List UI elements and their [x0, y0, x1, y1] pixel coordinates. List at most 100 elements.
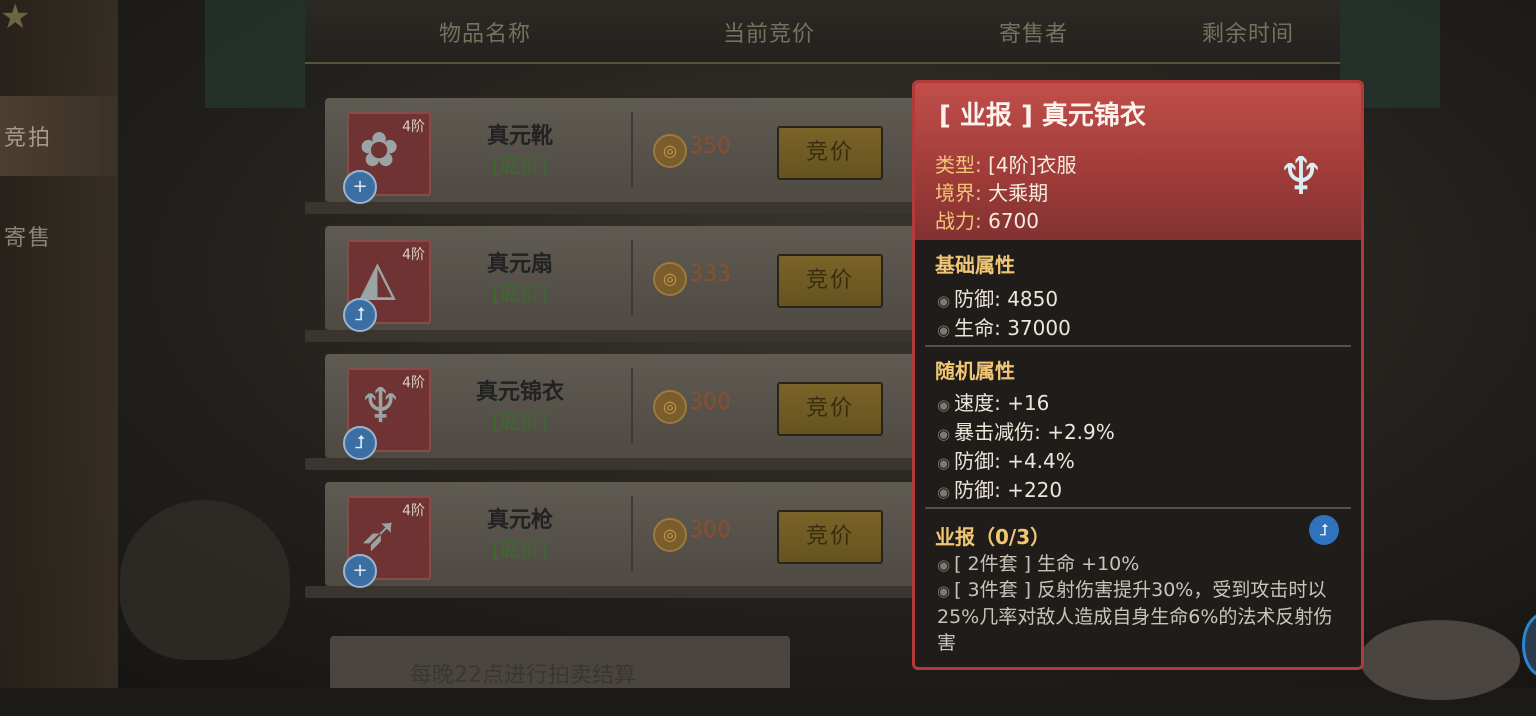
stat-text: 防御: +220	[954, 478, 1063, 502]
item-tier: 4阶	[402, 375, 425, 391]
bid-button[interactable]: 竞价	[777, 126, 883, 180]
current-bid: 333	[689, 262, 731, 287]
bullet-icon: ◉	[937, 396, 951, 414]
tooltip-power-value: 6700	[988, 209, 1040, 233]
plus-badge-icon: +	[343, 554, 377, 588]
tooltip-power-key: 战力:	[935, 209, 982, 233]
item-name: 真元锦衣	[475, 380, 564, 405]
bullet-icon: ◉	[937, 556, 951, 574]
set-bonus-line: ◉[ 3件套 ] 反射伤害提升30%，受到攻击时以25%几率对敌人造成自身生命6…	[937, 577, 1337, 656]
tooltip-power: 战力: 6700	[935, 205, 1039, 234]
item-name: 真元靴	[486, 124, 553, 149]
bid-button[interactable]: 竞价	[777, 254, 883, 308]
settlement-notice-text: 每晚22点进行拍卖结算	[410, 663, 636, 688]
set-bonus-text: [ 2件套 ] 生命 +10%	[954, 553, 1140, 575]
tab-consign-label: 寄售	[4, 226, 53, 251]
random-stat: ◉ 暴击减伤: +2.9%	[937, 416, 1115, 445]
item-tier: 4阶	[402, 119, 425, 135]
bullet-icon: ◉	[937, 425, 951, 443]
boots-icon: ✿	[359, 122, 400, 178]
table-row[interactable]: ◭ 4阶 ⮥ 真元扇 [底价] ◎ 333 竞价	[305, 226, 935, 342]
set-bonus-text: [ 3件套 ] 反射伤害提升30%，受到攻击时以25%几率对敌人造成自身生命6%…	[937, 579, 1333, 654]
shelf	[305, 202, 935, 214]
stat-text: 暴击减伤: +2.9%	[954, 420, 1115, 444]
bowl-decor	[1360, 620, 1520, 700]
header-remaining-time: 剩余时间	[1202, 22, 1295, 47]
star-icon: ★	[0, 0, 31, 37]
settlement-notice: 每晚22点进行拍卖结算	[330, 636, 790, 688]
item-price-tag: [底价]	[492, 282, 548, 306]
tooltip-header: [ 业报 ] 真元锦衣 类型: [4阶]衣服 境界: 大乘期 战力: 6700 …	[915, 83, 1361, 240]
tooltip-realm-value: 大乘期	[988, 181, 1049, 205]
tooltip-type-key: 类型:	[935, 153, 982, 177]
tooltip-title: [ 业报 ] 真元锦衣	[939, 101, 1146, 131]
robe-icon: ♆	[359, 378, 403, 434]
bullet-icon: ◉	[937, 454, 951, 472]
stat-text: 防御: +4.4%	[954, 449, 1075, 473]
set-badge-icon: ⮥	[343, 426, 377, 460]
item-price-tag: [底价]	[492, 154, 548, 178]
current-bid: 300	[689, 390, 731, 415]
plus-badge-icon: +	[343, 170, 377, 204]
fan-icon: ◭	[359, 250, 396, 306]
divider	[631, 496, 633, 572]
random-stat: ◉ 速度: +16	[937, 387, 1049, 416]
item-icon-frame[interactable]: ✿ 4阶 +	[343, 112, 431, 204]
coin-icon: ◎	[653, 262, 687, 296]
set-badge-icon: ⮥	[343, 298, 377, 332]
item-name: 真元扇	[486, 252, 553, 277]
decor-panel-left	[205, 0, 305, 108]
random-attributes-title: 随机属性	[935, 359, 1015, 383]
stat-text: 速度: +16	[954, 391, 1050, 415]
table-header: 物品名称 当前竞价 寄售者 剩余时间	[305, 0, 1340, 64]
item-icon-frame[interactable]: ➶ 4阶 +	[343, 496, 431, 588]
section-divider	[925, 507, 1351, 509]
item-icon-frame[interactable]: ◭ 4阶 ⮥	[343, 240, 431, 332]
item-price-tag: [底价]	[492, 538, 548, 562]
tooltip-realm-key: 境界:	[935, 181, 982, 205]
shelf	[305, 330, 935, 342]
bullet-icon: ◉	[937, 582, 951, 600]
base-stat: ◉ 防御: 4850	[937, 283, 1058, 312]
random-stat: ◉ 防御: +4.4%	[937, 445, 1075, 474]
tooltip-type: 类型: [4阶]衣服	[935, 149, 1076, 178]
item-tier: 4阶	[402, 247, 425, 263]
header-current-bid: 当前竞价	[723, 22, 816, 47]
header-seller: 寄售者	[999, 22, 1069, 47]
stat-text: 生命: 37000	[954, 316, 1071, 340]
shelf	[305, 586, 935, 598]
item-name: 真元枪	[486, 508, 553, 533]
current-bid: 300	[689, 518, 731, 543]
divider	[631, 112, 633, 188]
divider	[631, 368, 633, 444]
base-attributes-title: 基础属性	[935, 253, 1015, 277]
item-detail-tooltip: [ 业报 ] 真元锦衣 类型: [4阶]衣服 境界: 大乘期 战力: 6700 …	[912, 80, 1364, 670]
section-divider	[925, 345, 1351, 347]
tab-auction[interactable]: 竞拍	[0, 96, 118, 176]
coin-icon: ◎	[653, 390, 687, 424]
set-bonus-line: ◉[ 2件套 ] 生命 +10%	[937, 551, 1337, 578]
tab-auction-label: 竞拍	[4, 126, 53, 151]
teapot-decor	[120, 500, 290, 660]
coin-icon: ◎	[653, 134, 687, 168]
robe-icon: ♆	[1277, 147, 1325, 207]
item-tier: 4阶	[402, 503, 425, 519]
auction-list: ✿ 4阶 + 真元靴 [底价] ◎ 350 竞价 ◭ 4阶 ⮥ 真元扇 [底价]…	[305, 70, 935, 600]
set-bonus-title: 业报（0/3）	[935, 525, 1051, 549]
spear-icon: ➶	[359, 506, 400, 562]
table-row[interactable]: ✿ 4阶 + 真元靴 [底价] ◎ 350 竞价	[305, 98, 935, 214]
bullet-icon: ◉	[937, 483, 951, 501]
bid-button[interactable]: 竞价	[777, 382, 883, 436]
coin-icon: ◎	[653, 518, 687, 552]
bid-button[interactable]: 竞价	[777, 510, 883, 564]
table-row[interactable]: ♆ 4阶 ⮥ 真元锦衣 [底价] ◎ 300 竞价	[305, 354, 935, 470]
shelf	[305, 458, 935, 470]
tooltip-realm: 境界: 大乘期	[935, 177, 1048, 206]
tab-consign[interactable]: 寄售	[0, 196, 118, 276]
set-badge-icon: ⮥	[1309, 515, 1339, 545]
item-icon-frame[interactable]: ♆ 4阶 ⮥	[343, 368, 431, 460]
header-item-name: 物品名称	[439, 22, 532, 47]
item-price-tag: [底价]	[492, 410, 548, 434]
divider	[631, 240, 633, 316]
table-row[interactable]: ➶ 4阶 + 真元枪 [底价] ◎ 300 竞价	[305, 482, 935, 598]
